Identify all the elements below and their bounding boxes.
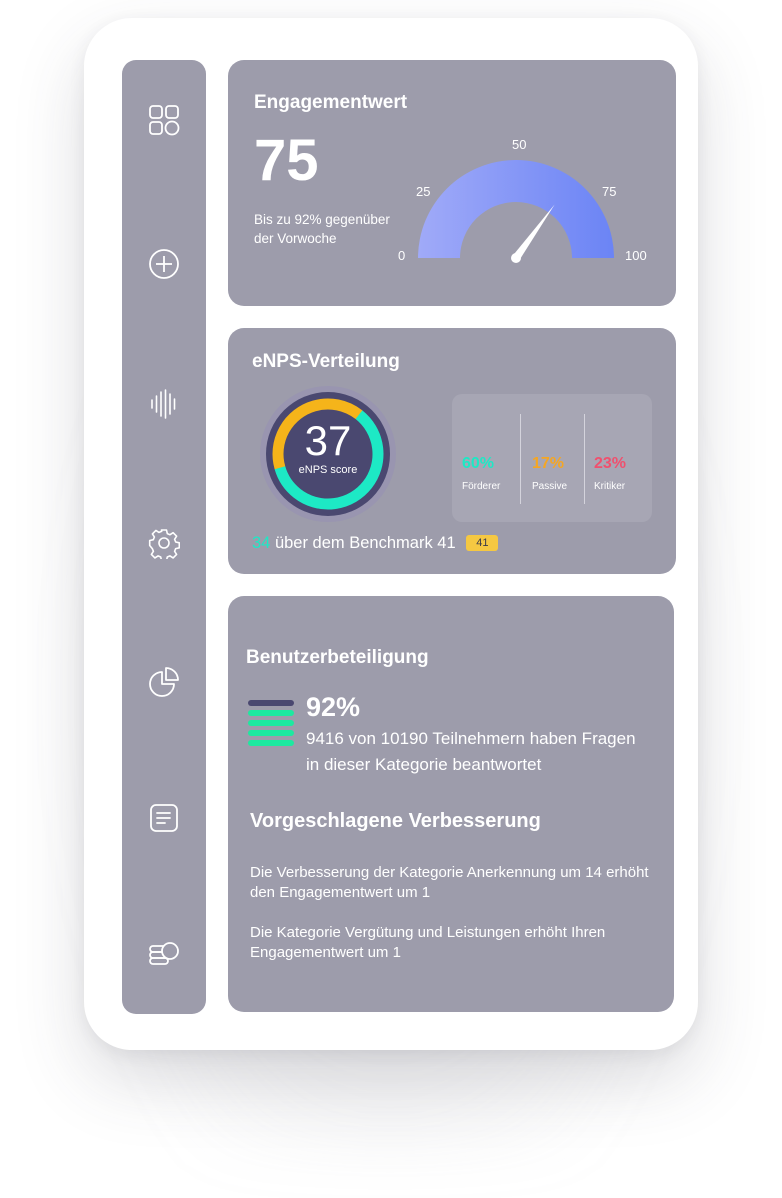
engagement-card: Engagementwert 75 Bis zu 92% gegenüber d…	[228, 60, 676, 306]
promoters-label: Förderer	[462, 481, 501, 492]
detractors-label: Kritiker	[594, 481, 626, 492]
sidebar	[122, 60, 206, 1014]
engagement-gauge: 0 25 50 75 100	[394, 132, 664, 272]
passives-percent: 17%	[532, 455, 565, 472]
engagement-value: 75	[254, 128, 319, 193]
improvement-item: Die Verbesserung der Kategorie Anerkennu…	[250, 864, 649, 901]
gear-icon[interactable]	[148, 527, 180, 559]
enps-title: eNPS-Verteilung	[252, 351, 400, 372]
document-icon[interactable]	[148, 802, 180, 834]
enps-card: eNPS-Verteilung 37 eNPS score 60% Förder…	[228, 328, 676, 574]
detractors-percent: 23%	[594, 455, 627, 472]
participation-bar	[248, 700, 294, 706]
benchmark-delta: 34	[252, 534, 271, 552]
gauge-needle	[511, 204, 555, 263]
enps-score-label: eNPS score	[298, 464, 358, 476]
gauge-label-25: 25	[416, 184, 431, 199]
gauge-label-0: 0	[398, 248, 406, 263]
promoters-percent: 60%	[462, 455, 495, 472]
pie-chart-icon[interactable]	[148, 666, 180, 698]
participation-card: Benutzerbeteiligung 92% 9416 von 10190 T…	[228, 596, 674, 1012]
engagement-title: Engagementwert	[254, 92, 408, 113]
grid-icon[interactable]	[148, 104, 180, 136]
participation-bar	[248, 710, 294, 716]
distribution-passives: 17% Passive	[532, 455, 568, 493]
participation-bar	[248, 720, 294, 726]
distribution-detractors: 23% Kritiker	[594, 455, 627, 493]
benchmark-row: 34 über dem Benchmark 41 41	[252, 534, 499, 553]
participation-bar	[248, 740, 294, 746]
enps-donut: 37 eNPS score	[258, 384, 398, 524]
divider	[520, 414, 521, 504]
benchmark-badge: 41	[466, 535, 499, 551]
passives-label: Passive	[532, 481, 568, 492]
plus-circle-icon[interactable]	[148, 248, 180, 280]
participation-bars	[248, 700, 294, 750]
enps-distribution-panel: 60% Förderer 17% Passive 23% Kritiker	[452, 394, 652, 522]
gauge-label-100: 100	[625, 248, 647, 263]
participation-text: 9416 von 10190 Teilnehmern haben Fragen …	[306, 729, 636, 774]
benchmark-text: über dem Benchmark 41	[274, 534, 456, 552]
audio-wave-icon[interactable]	[148, 388, 180, 420]
gauge-label-75: 75	[602, 184, 617, 199]
gauge-arc	[418, 160, 614, 258]
participation-bar	[248, 730, 294, 736]
coins-icon[interactable]	[148, 936, 180, 968]
enps-score: 37	[304, 417, 352, 464]
improvement-title: Vorgeschlagene Verbesserung	[250, 810, 541, 832]
participation-title: Benutzerbeteiligung	[246, 647, 429, 668]
distribution-promoters: 60% Förderer	[462, 455, 501, 493]
divider	[584, 414, 585, 504]
participation-percent: 92%	[306, 692, 361, 722]
improvement-item: Die Kategorie Vergütung und Leistungen e…	[250, 924, 606, 961]
gauge-label-50: 50	[512, 137, 527, 152]
engagement-subtitle: Bis zu 92% gegenüber der Vorwoche	[254, 212, 390, 246]
